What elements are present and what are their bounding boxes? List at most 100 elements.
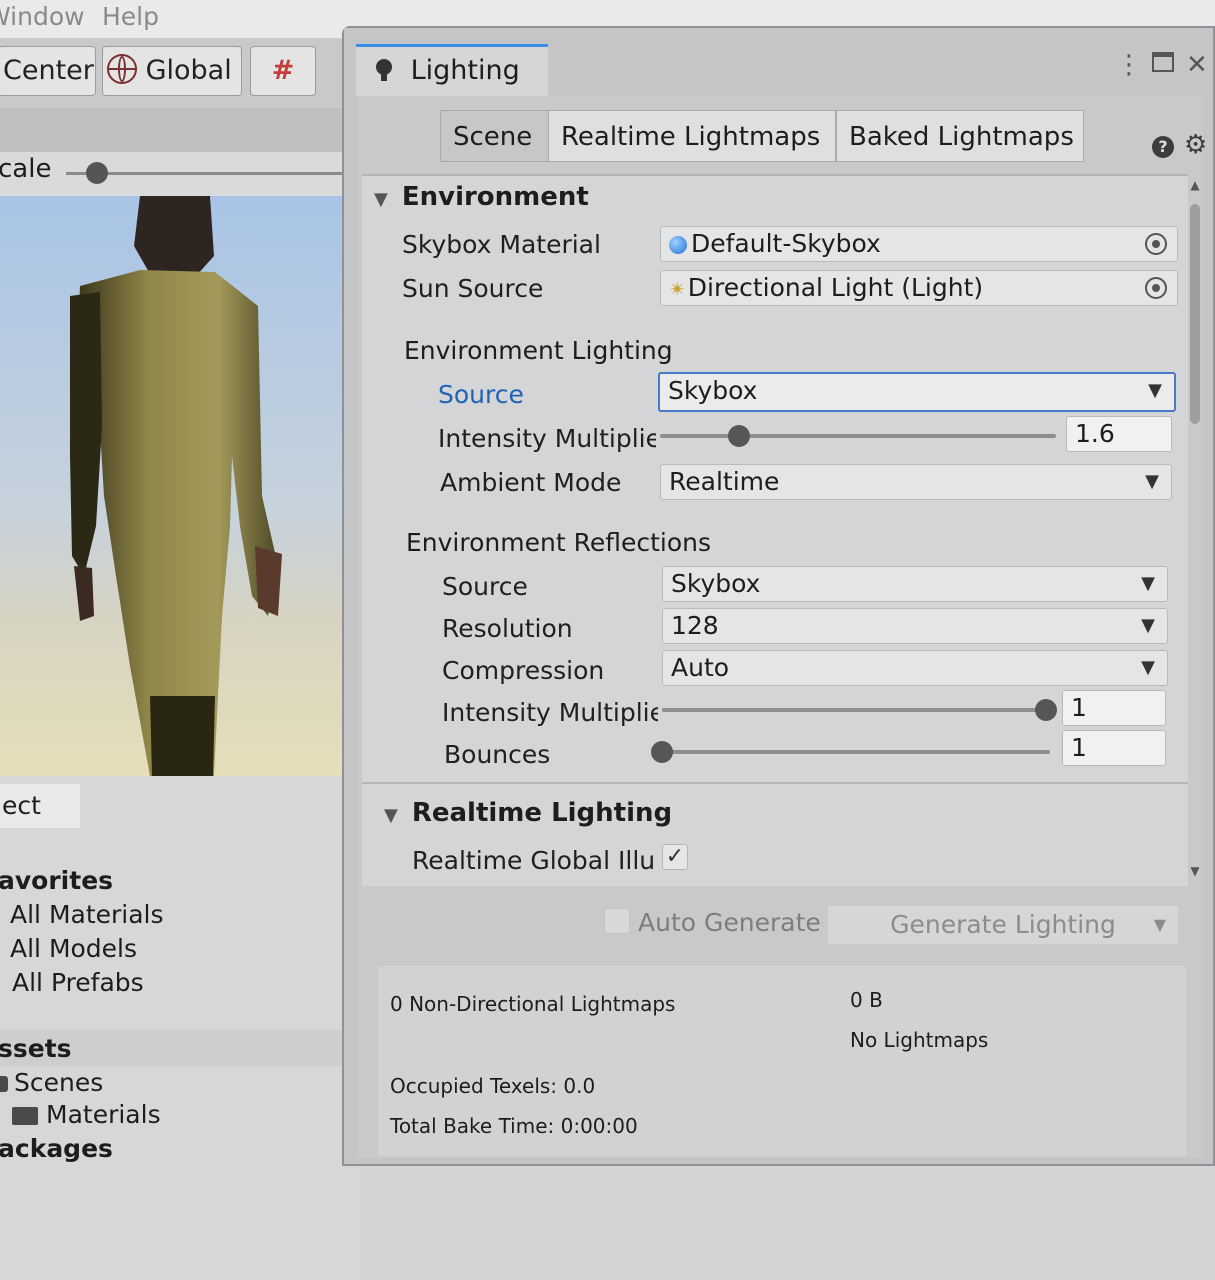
- chevron-down-icon: ▼: [1148, 380, 1162, 401]
- scrollbar-thumb[interactable]: [1190, 204, 1200, 424]
- reflection-source-value: Skybox: [671, 569, 761, 598]
- generate-lighting-button[interactable]: Generate Lighting ▼: [828, 906, 1178, 944]
- maximize-icon[interactable]: [1152, 52, 1174, 72]
- grid-snap-button[interactable]: #: [250, 46, 316, 96]
- packages-header[interactable]: ackages: [0, 1134, 113, 1163]
- lighting-window-title: Lighting: [410, 55, 520, 86]
- lightmap-count-text: 0 Non-Directional Lightmaps: [390, 992, 676, 1016]
- chevron-down-icon: ▼: [1145, 471, 1159, 492]
- directional-light-icon: ✴: [669, 277, 686, 301]
- environment-reflections-header: Environment Reflections: [406, 528, 711, 557]
- reflection-intensity-label: Intensity Multiplie: [442, 698, 658, 727]
- scene-view-header: [0, 108, 345, 152]
- lighting-scene-content: ▼ Environment Skybox Material Default-Sky…: [362, 174, 1188, 886]
- reflection-intensity-knob[interactable]: [1035, 699, 1057, 721]
- compression-value: Auto: [671, 653, 730, 682]
- menu-help[interactable]: Help: [102, 2, 159, 31]
- assets-materials-label: Materials: [46, 1100, 161, 1129]
- scale-slider-knob[interactable]: [86, 162, 108, 184]
- scale-label: cale: [0, 154, 52, 184]
- env-lighting-source-value: Skybox: [668, 376, 758, 405]
- reflection-intensity-input[interactable]: 1: [1062, 690, 1166, 726]
- compression-dropdown[interactable]: Auto ▼: [662, 650, 1168, 686]
- intensity-multiplier-input[interactable]: 1.6: [1066, 416, 1172, 452]
- reflection-intensity-slider[interactable]: [662, 708, 1046, 712]
- skybox-material-field[interactable]: Default-Skybox: [660, 226, 1178, 262]
- object-picker-icon[interactable]: [1145, 277, 1167, 299]
- realtime-lighting-section-header[interactable]: ▼ Realtime Lighting: [384, 798, 672, 828]
- folder-icon: [12, 1107, 38, 1125]
- no-lightmaps-text: No Lightmaps: [850, 1028, 989, 1052]
- reflection-source-label: Source: [442, 572, 528, 601]
- resolution-dropdown[interactable]: 128 ▼: [662, 608, 1168, 644]
- grid-snap-icon: #: [271, 55, 295, 86]
- scenes-folder-icon: [0, 1076, 8, 1092]
- project-tab[interactable]: ect: [0, 784, 80, 828]
- lightbulb-icon: [376, 59, 392, 81]
- assets-materials[interactable]: Materials: [12, 1100, 161, 1129]
- occupied-texels-text: Occupied Texels: 0.0: [390, 1074, 596, 1098]
- foldout-arrow-icon: ▼: [374, 189, 388, 210]
- close-icon[interactable]: ✕: [1186, 50, 1208, 80]
- lightmap-stats-panel: 0 Non-Directional Lightmaps 0 B No Light…: [378, 966, 1186, 1156]
- assets-scenes[interactable]: Scenes: [0, 1068, 103, 1097]
- foldout-arrow-icon: ▼: [384, 805, 398, 826]
- pivot-toggle-label: Center: [3, 55, 94, 86]
- total-bake-time-text: Total Bake Time: 0:00:00: [390, 1114, 638, 1138]
- chevron-down-icon: ▼: [1141, 615, 1155, 636]
- object-picker-icon[interactable]: [1145, 233, 1167, 255]
- tab-realtime-lightmaps[interactable]: Realtime Lightmaps: [548, 110, 836, 162]
- character-model: [70, 196, 282, 776]
- reflection-source-dropdown[interactable]: Skybox ▼: [662, 566, 1168, 602]
- sun-source-value: Directional Light (Light): [687, 273, 984, 302]
- bounces-slider[interactable]: [662, 750, 1050, 754]
- pivot-toggle-button[interactable]: Center: [0, 46, 96, 96]
- intensity-multiplier-knob[interactable]: [728, 425, 751, 447]
- section-divider: [362, 782, 1188, 784]
- env-lighting-source-dropdown[interactable]: Skybox ▼: [658, 372, 1176, 412]
- bake-controls: Auto Generate Generate Lighting ▼: [358, 886, 1203, 960]
- scroll-down-icon[interactable]: ▼: [1188, 864, 1202, 878]
- bounces-knob[interactable]: [651, 741, 673, 763]
- favorite-all-prefabs[interactable]: All Prefabs: [12, 968, 144, 997]
- chevron-down-icon: ▼: [1153, 915, 1166, 934]
- environment-header-label: Environment: [401, 182, 589, 212]
- favorites-header[interactable]: avorites: [0, 866, 113, 895]
- scene-viewport[interactable]: [0, 196, 345, 776]
- help-icon[interactable]: ?: [1152, 136, 1174, 158]
- project-panel: ect avorites All Materials All Models Al…: [0, 776, 360, 1280]
- lighting-scrollbar[interactable]: ▲ ▼: [1188, 174, 1202, 886]
- favorite-all-materials[interactable]: All Materials: [10, 900, 164, 929]
- ambient-mode-dropdown[interactable]: Realtime ▼: [660, 464, 1172, 500]
- tab-baked-lightmaps[interactable]: Baked Lightmaps: [836, 110, 1084, 162]
- assets-header[interactable]: ssets: [0, 1034, 72, 1063]
- scale-row: cale: [0, 152, 345, 196]
- ambient-mode-label: Ambient Mode: [440, 468, 622, 497]
- menu-window[interactable]: Window: [0, 2, 85, 31]
- intensity-multiplier-slider[interactable]: [660, 434, 1056, 438]
- more-options-icon[interactable]: ⋮: [1116, 50, 1142, 80]
- auto-generate-checkbox[interactable]: [604, 908, 630, 934]
- favorite-all-models[interactable]: All Models: [10, 934, 137, 963]
- sun-source-label: Sun Source: [402, 274, 544, 303]
- gear-icon[interactable]: ⚙: [1184, 130, 1207, 160]
- skybox-material-label: Skybox Material: [402, 230, 601, 259]
- lighting-window-tab[interactable]: Lighting: [356, 44, 548, 96]
- bounces-label: Bounces: [444, 740, 551, 769]
- space-toggle-label: Global: [145, 55, 232, 86]
- bounces-input[interactable]: 1: [1062, 730, 1166, 766]
- assets-scenes-label: Scenes: [14, 1068, 104, 1097]
- globe-icon: [107, 54, 137, 84]
- space-toggle-button[interactable]: Global: [102, 46, 242, 96]
- ambient-mode-value: Realtime: [669, 467, 780, 496]
- intensity-multiplier-label: Intensity Multiplie: [438, 424, 656, 453]
- sun-source-field[interactable]: ✴Directional Light (Light): [660, 270, 1178, 306]
- realtime-gi-checkbox[interactable]: ✓: [662, 844, 688, 870]
- scroll-up-icon[interactable]: ▲: [1188, 178, 1202, 192]
- environment-section-header[interactable]: ▼ Environment: [374, 182, 589, 212]
- checkmark-icon: ✓: [665, 844, 685, 869]
- environment-lighting-header: Environment Lighting: [404, 336, 673, 365]
- resolution-value: 128: [671, 611, 719, 640]
- lighting-window: Lighting ⋮ ✕ Scene Realtime Lightmaps Ba…: [342, 26, 1215, 1166]
- tab-scene[interactable]: Scene: [440, 110, 550, 162]
